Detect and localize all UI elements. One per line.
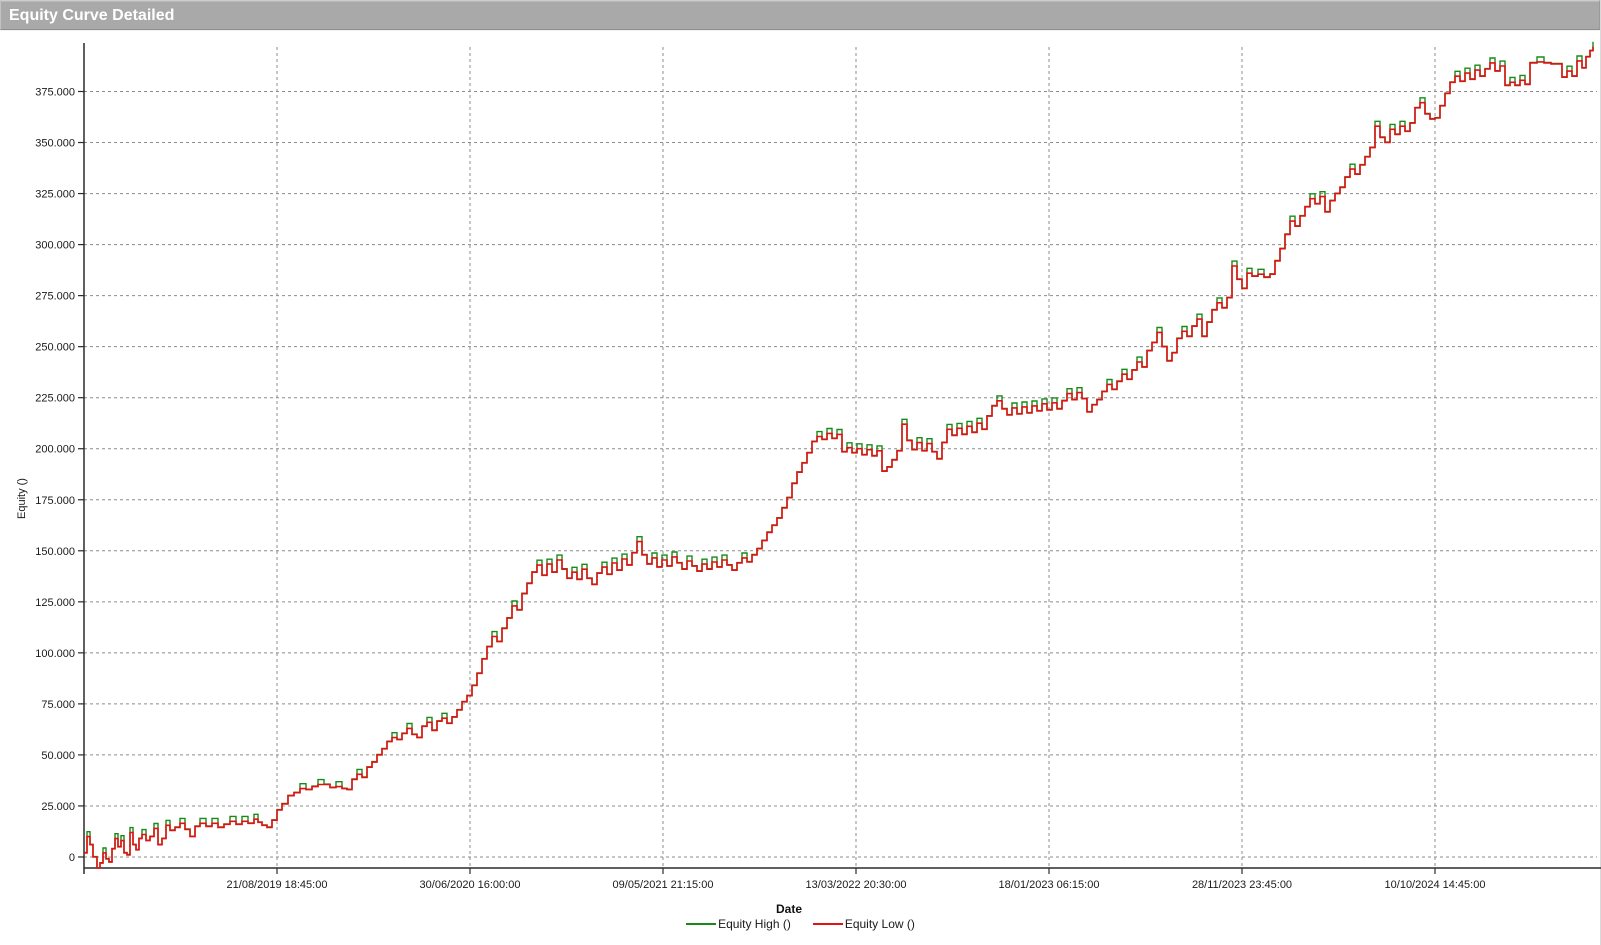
v-gridlines: 21/08/2019 18:45:00 30/06/2020 16:00:00 09… — [84, 47, 1485, 891]
y-tick-label: 125.000 — [35, 597, 75, 609]
y-tick-label: 350.000 — [35, 138, 75, 150]
y-tick-label: 75.000 — [41, 699, 75, 711]
y-tick-label: 25.000 — [41, 801, 75, 813]
equity-low-series-line — [84, 47, 1593, 868]
y-tick-label: 225.000 — [35, 393, 75, 405]
y-tick-label: 375.000 — [35, 86, 75, 98]
equity-high-line-sample — [686, 923, 716, 925]
y-tick-label: 0 — [69, 852, 75, 864]
y-tick-label: 175.000 — [35, 495, 75, 507]
equity-low-line-sample — [813, 923, 843, 925]
equity-chart: 0 25.000 50.000 75.000 100.000 125.000 150.000… — [0, 0, 1601, 945]
equity-high-series-line — [84, 42, 1593, 868]
x-tick-label: 10/10/2024 14:45:00 — [1385, 879, 1486, 891]
h-gridlines: 0 25.000 50.000 75.000 100.000 125.000 150.000… — [35, 86, 1597, 863]
chart-area: 0 25.000 50.000 75.000 100.000 125.000 150.000… — [0, 0, 1601, 945]
x-tick-label: 13/03/2022 20:30:00 — [806, 879, 907, 891]
legend-label-equity-high: Equity High () — [718, 917, 791, 931]
y-tick-label: 150.000 — [35, 546, 75, 558]
window-title: Equity Curve Detailed — [9, 7, 174, 24]
x-tick-label: 18/01/2023 06:15:00 — [999, 879, 1100, 891]
y-tick-label: 250.000 — [35, 342, 75, 354]
x-tick-label: 28/11/2023 23:45:00 — [1192, 879, 1292, 891]
y-tick-label: 200.000 — [35, 444, 75, 456]
legend-item-equity-low[interactable]: Equity Low () — [813, 917, 915, 931]
y-tick-label: 275.000 — [35, 291, 75, 303]
window-titlebar[interactable]: Equity Curve Detailed — [0, 0, 1600, 30]
legend-label-equity-low: Equity Low () — [845, 917, 915, 931]
y-tick-label: 300.000 — [35, 240, 75, 252]
x-tick-label: 21/08/2019 18:45:00 — [227, 879, 328, 891]
x-axis-title: Date — [84, 902, 1494, 916]
y-tick-label: 100.000 — [35, 648, 75, 660]
x-tick-label: 09/05/2021 21:15:00 — [613, 879, 714, 891]
y-tick-label: 50.000 — [41, 750, 75, 762]
y-tick-label: 325.000 — [35, 189, 75, 201]
chart-legend: Equity High () Equity Low () — [0, 917, 1601, 931]
x-tick-label: 30/06/2020 16:00:00 — [420, 879, 521, 891]
y-axis-title: Equity () — [16, 478, 28, 519]
legend-item-equity-high[interactable]: Equity High () — [686, 917, 791, 931]
